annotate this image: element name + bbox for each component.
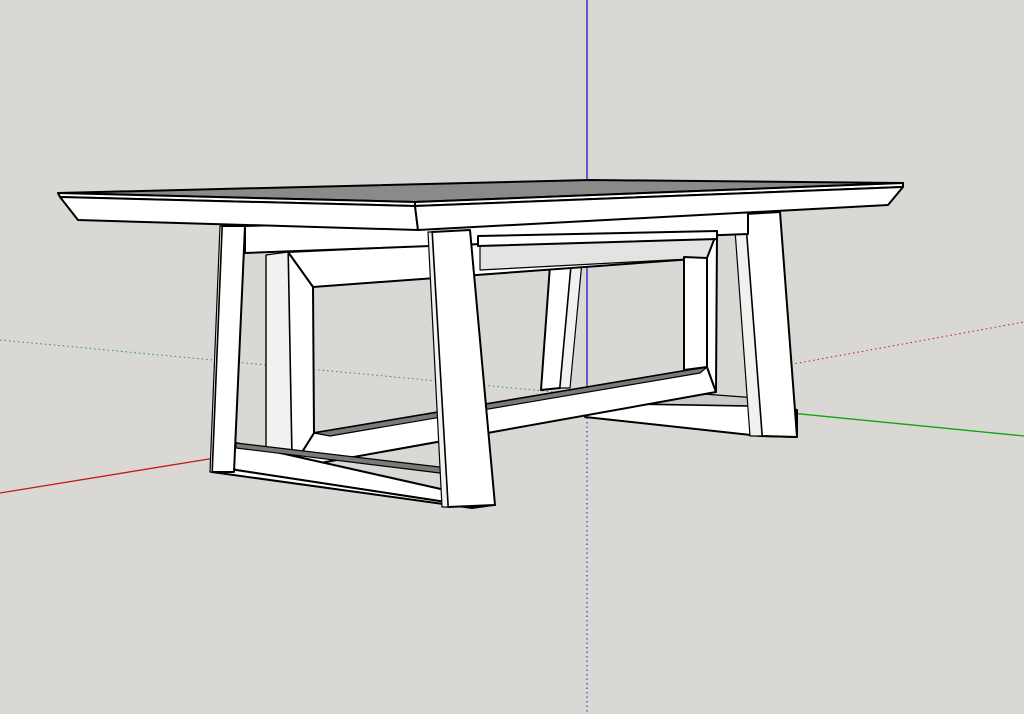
axes <box>0 0 1024 714</box>
red-axis-dotted <box>759 321 1024 371</box>
table-model[interactable] <box>57 179 904 509</box>
stretcher-frame[interactable] <box>265 231 718 471</box>
red-axis-solid <box>0 457 216 494</box>
green-axis-solid <box>759 409 1024 437</box>
model-viewport[interactable] <box>0 0 1024 714</box>
